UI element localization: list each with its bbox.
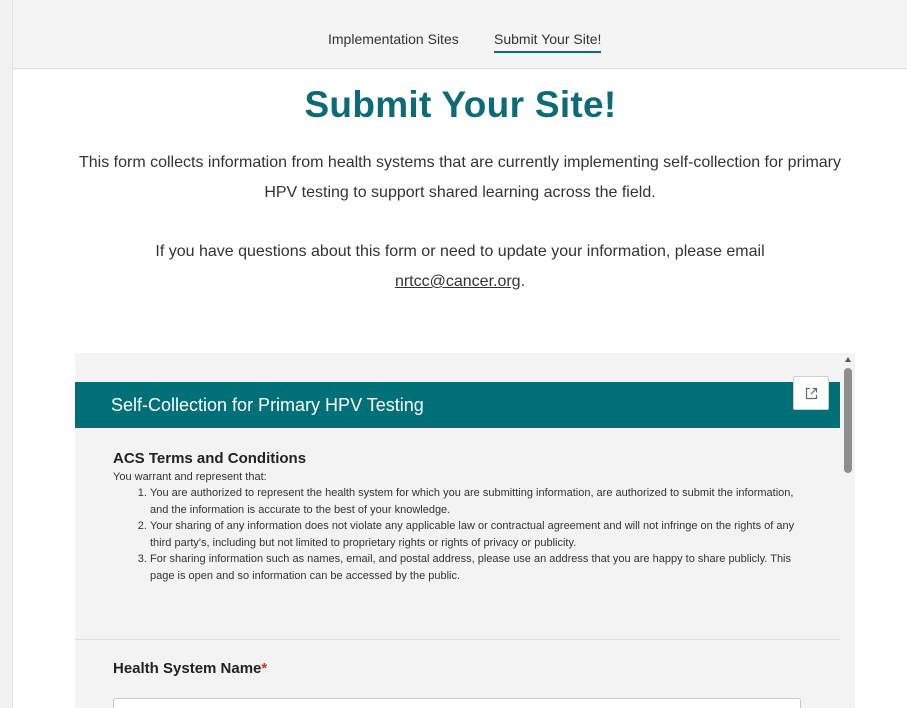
terms-intro: You warrant and represent that:: [113, 471, 267, 483]
scrollbar-thumb[interactable]: [844, 368, 852, 473]
contact-period: .: [520, 273, 526, 290]
page: Implementation Sites Submit Your Site! S…: [12, 0, 907, 708]
form-header: Self-Collection for Primary HPV Testing: [75, 382, 840, 428]
open-in-new-button[interactable]: [793, 376, 829, 410]
contact-message: If you have questions about this form or…: [155, 243, 765, 260]
open-in-new-icon: [805, 387, 818, 400]
page-title: Submit Your Site!: [304, 84, 617, 125]
terms-item: You are authorized to represent the heal…: [150, 485, 803, 518]
terms-section: ACS Terms and Conditions You warrant and…: [113, 450, 803, 584]
scroll-up-arrow-icon[interactable]: [845, 357, 851, 362]
nav-submit-your-site[interactable]: Submit Your Site!: [494, 31, 602, 53]
health-system-name-input[interactable]: [113, 698, 801, 708]
form-header-title: Self-Collection for Primary HPV Testing: [111, 395, 424, 415]
terms-item: For sharing information such as names, e…: [150, 551, 803, 584]
nav-implementation-sites[interactable]: Implementation Sites: [328, 31, 459, 47]
form-scrollbar[interactable]: [842, 353, 855, 708]
section-divider: [75, 639, 840, 640]
terms-item: Your sharing of any information does not…: [150, 518, 803, 551]
embedded-form: Self-Collection for Primary HPV Testing …: [75, 353, 855, 708]
field-label-text: Health System Name: [113, 660, 262, 677]
intro-text: This form collects information from heal…: [78, 154, 842, 201]
required-asterisk: *: [261, 660, 268, 677]
terms-heading: ACS Terms and Conditions: [113, 450, 307, 467]
top-navigation: Implementation Sites Submit Your Site!: [13, 0, 907, 69]
terms-list: You are authorized to represent the heal…: [113, 485, 803, 584]
contact-email-link[interactable]: nrtcc@cancer.org: [395, 273, 521, 290]
contact-text: If you have questions about this form or…: [85, 237, 835, 297]
health-system-name-label: Health System Name*: [113, 660, 267, 677]
